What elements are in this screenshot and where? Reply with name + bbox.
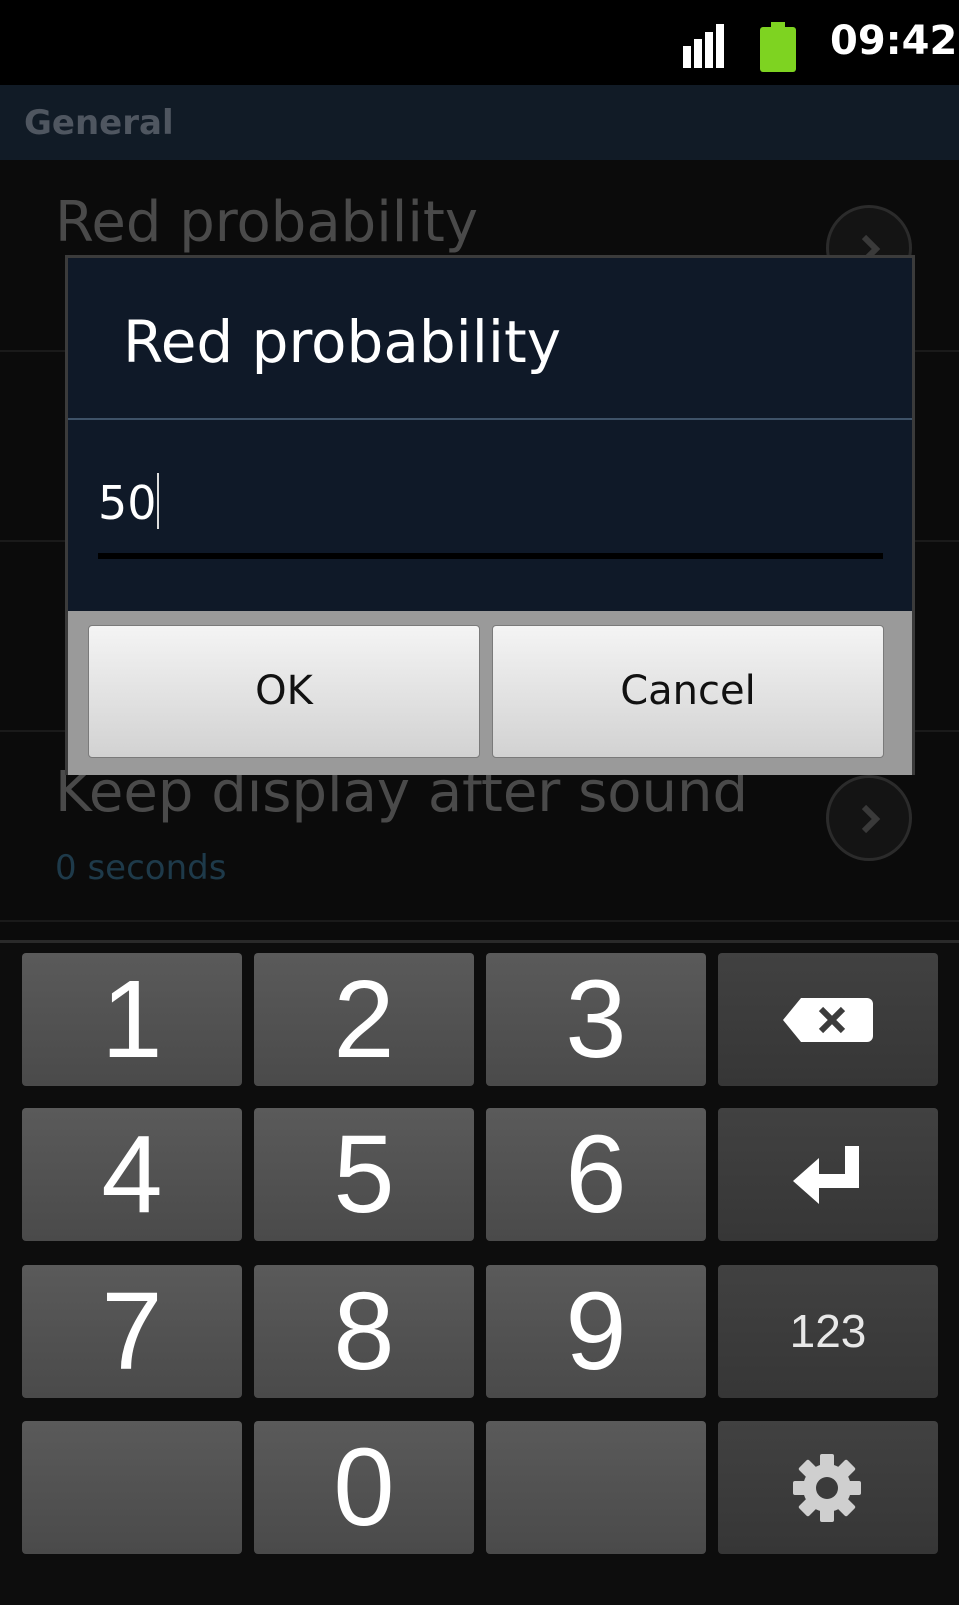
section-header: General <box>0 85 959 160</box>
key-9[interactable]: 9 <box>486 1265 706 1398</box>
key-6[interactable]: 6 <box>486 1108 706 1241</box>
key-blank-left[interactable] <box>22 1421 242 1554</box>
battery-icon <box>760 22 796 72</box>
dialog-divider <box>68 418 912 420</box>
dialog-button-bar: OK Cancel <box>68 611 912 775</box>
key-blank-right[interactable] <box>486 1421 706 1554</box>
key-7[interactable]: 7 <box>22 1265 242 1398</box>
key-8[interactable]: 8 <box>254 1265 474 1398</box>
key-5[interactable]: 5 <box>254 1108 474 1241</box>
backspace-icon <box>783 998 873 1042</box>
key-4[interactable]: 4 <box>22 1108 242 1241</box>
status-clock: 09:42 <box>830 18 958 64</box>
signal-icon <box>683 24 724 68</box>
numeric-keyboard: 1 2 3 4 5 6 7 8 9 123 0 <box>0 940 959 1605</box>
key-0[interactable]: 0 <box>254 1421 474 1554</box>
chevron-right-icon <box>826 775 912 861</box>
edit-text-dialog: Red probability 50 OK Cancel <box>65 255 915 775</box>
ok-button[interactable]: OK <box>88 625 480 758</box>
text-caret <box>156 473 159 529</box>
dialog-title: Red probability <box>123 308 562 376</box>
enter-icon <box>793 1146 859 1204</box>
key-settings[interactable] <box>718 1421 938 1554</box>
gear-icon <box>793 1454 861 1522</box>
value-text: 50 <box>98 473 159 530</box>
key-enter[interactable] <box>718 1108 938 1241</box>
key-3[interactable]: 3 <box>486 953 706 1086</box>
pref-summary: 0 seconds <box>55 848 227 888</box>
key-mode-123[interactable]: 123 <box>718 1265 938 1398</box>
value-input[interactable]: 50 <box>98 463 883 559</box>
key-1[interactable]: 1 <box>22 953 242 1086</box>
key-2[interactable]: 2 <box>254 953 474 1086</box>
key-backspace[interactable] <box>718 953 938 1086</box>
cancel-button[interactable]: Cancel <box>492 625 884 758</box>
section-header-label: General <box>24 103 174 143</box>
status-bar: 09:42 <box>0 0 959 85</box>
pref-title: Red probability <box>55 190 478 255</box>
